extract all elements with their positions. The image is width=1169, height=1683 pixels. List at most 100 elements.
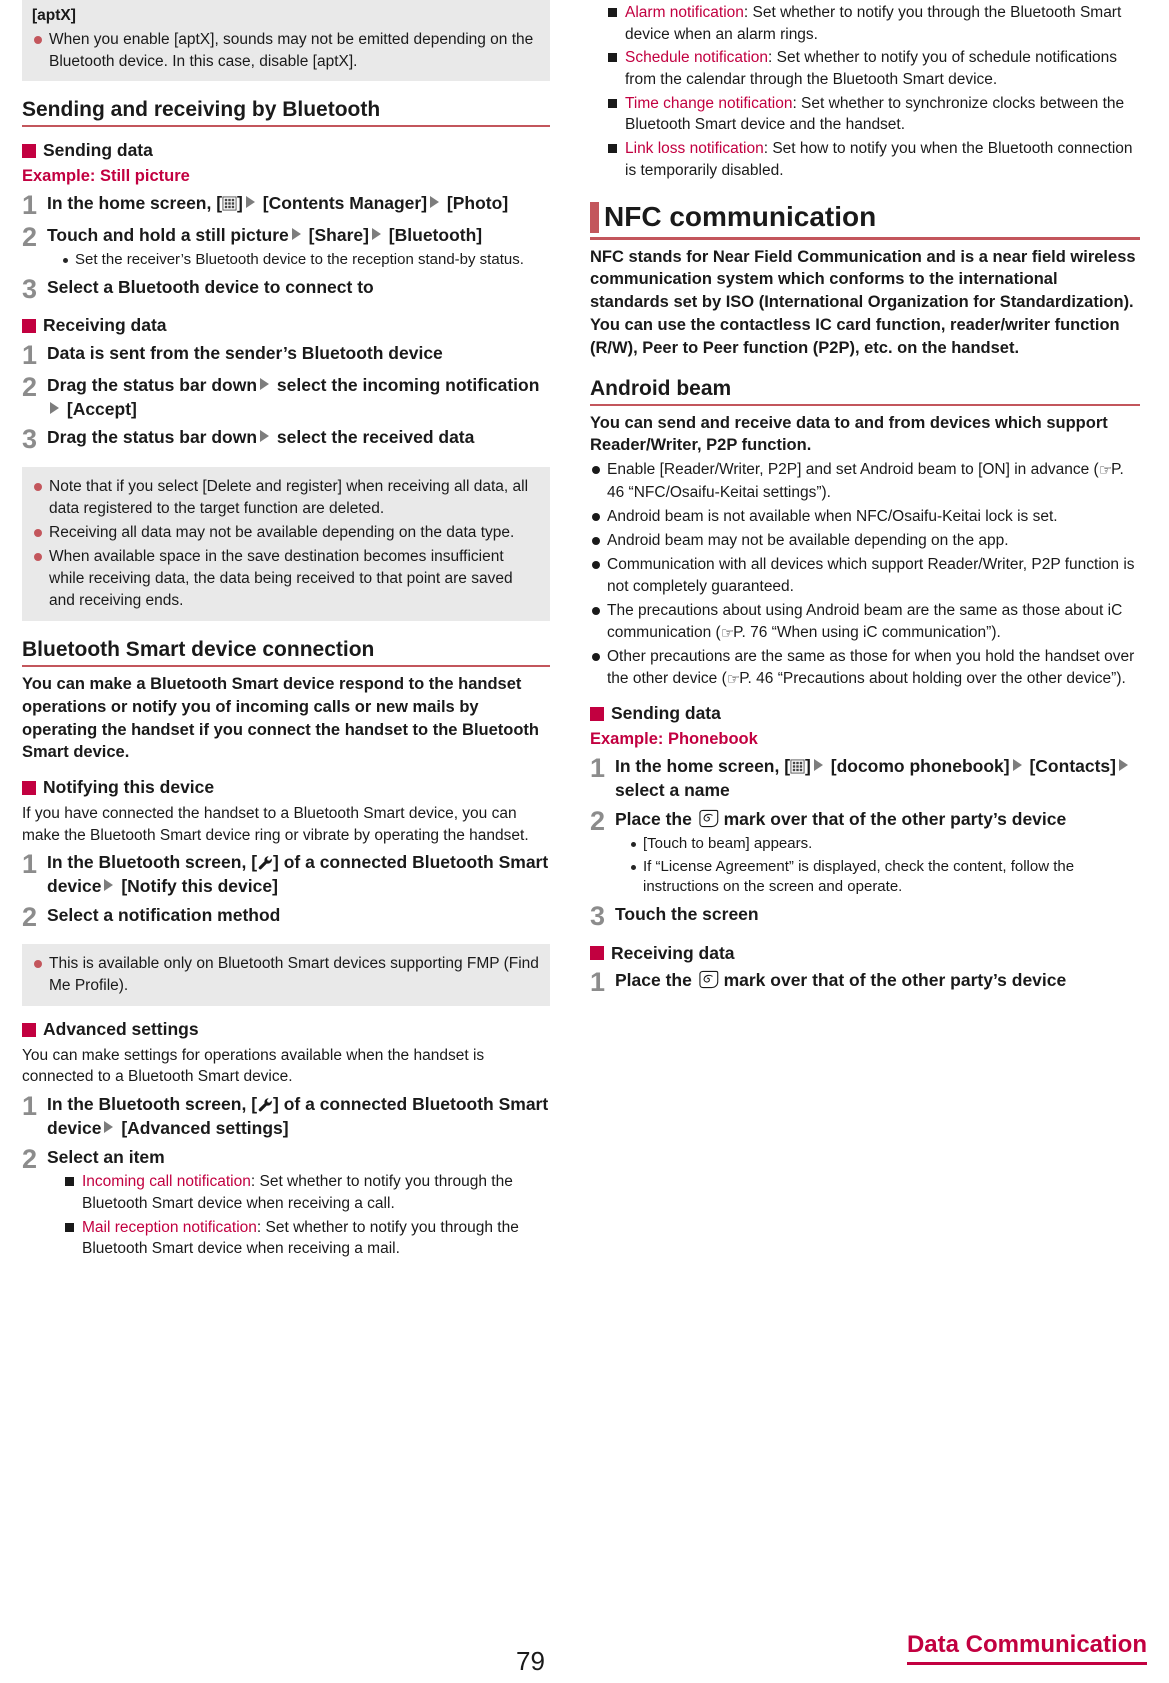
step-item: 1 In the Bluetooth screen, [] of a conne… [22,851,550,899]
pointing-hand-icon: ☞ [720,624,734,642]
step-sub-bullet: [Touch to beam] appears. [628,834,1140,855]
manual-page: [aptX] When you enable [aptX], sounds ma… [0,0,1169,1683]
option-key: Alarm notification [625,4,744,21]
arrow-icon [291,228,301,241]
option-key: Mail reception notification [82,1218,257,1236]
heading-text: Sending data [43,140,153,161]
heading-text: Advanced settings [43,1018,199,1039]
note-text: Receiving all data may not be available … [49,523,515,541]
arrow-icon [245,196,255,209]
arrow-icon [104,879,114,892]
nfc-mark-icon [699,971,718,989]
step-number: 1 [22,849,38,880]
aptx-note-box: [aptX] When you enable [aptX], sounds ma… [22,0,550,81]
wrench-icon [258,1098,272,1112]
step-item: 1 Data is sent from the sender’s Bluetoo… [22,342,550,369]
square-marker-icon [22,144,36,159]
android-beam-lead-text: You can send and receive data to and fro… [590,413,1108,455]
option-item: Schedule notification: Set whether to no… [606,47,1140,90]
heading-text: Sending data [611,703,721,724]
heading-text: Notifying this device [43,777,215,798]
heading-receiving-data: Receiving data [22,315,550,337]
step-number: 3 [590,900,606,931]
advanced-options-continued: Alarm notification: Set whether to notif… [606,2,1140,182]
bullet-item: The precautions about using Android beam… [590,600,1140,644]
step-number: 2 [590,806,606,837]
example-label-still-picture: Example: Still picture [22,166,190,185]
step-item: 2 Place the mark over that of the other … [590,808,1140,898]
heading-sending-data-nfc: Sending data [590,703,1140,725]
arrow-icon [371,228,381,241]
option-item: Incoming call notification: Set whether … [63,1171,550,1214]
step-number: 1 [22,1090,38,1121]
notify-note-box: This is available only on Bluetooth Smar… [22,943,550,1006]
step-text: Place the mark over that of the other pa… [615,808,1140,898]
pointing-hand-icon: ☞ [726,670,740,688]
option-item: Mail reception notification: Set whether… [63,1217,550,1260]
step-text: In the Bluetooth screen, [] of a connect… [47,852,549,897]
note-list-item: When you enable [aptX], sounds may not b… [32,29,540,73]
arrow-icon [430,196,440,209]
step-text: Select a Bluetooth device to connect to [47,276,374,297]
pointing-hand-icon: ☞ [1098,462,1112,480]
step-text: Select a notification method [47,905,281,926]
round-bullet-icon [34,959,42,968]
step-text: Data is sent from the sender’s Bluetooth… [47,343,443,364]
step-item: 1 In the Bluetooth screen, [] of a conne… [22,1093,550,1141]
note-list-item: This is available only on Bluetooth Smar… [32,953,540,997]
heading-sending-receiving-bluetooth: Sending and receiving by Bluetooth [22,97,550,128]
step-text: Place the mark over that of the other pa… [615,970,1067,991]
arrow-icon [1012,759,1022,772]
heading-sending-data: Sending data [22,140,550,162]
step-item: 2 Drag the status bar down select the in… [22,373,550,422]
step-text: Touch the screen [615,903,759,924]
left-column: [aptX] When you enable [aptX], sounds ma… [22,0,550,1260]
step-item: 2 Touch and hold a still picture [Share]… [22,223,550,270]
option-key: Schedule notification [625,49,769,67]
note-text: When you enable [aptX], sounds may not b… [49,30,534,70]
note-text: This is available only on Bluetooth Smar… [49,954,539,994]
step-number: 3 [22,273,38,304]
square-marker-icon [590,946,604,961]
step-item: 1 In the home screen, [] [docomo phonebo… [590,755,1140,803]
option-key: Time change notification [625,94,793,112]
apps-grid-icon [790,759,805,774]
note-text: When available space in the save destina… [49,547,513,609]
note-list-item: When available space in the save destina… [32,546,540,612]
wrench-icon [258,856,272,870]
option-item: Time change notification: Set whether to… [606,93,1140,136]
note-list-item: Note that if you select [Delete and regi… [32,476,540,520]
bullet-item: Communication with all devices which sup… [590,554,1140,598]
step-text: In the home screen, [] [docomo phonebook… [615,755,1140,803]
arrow-icon [1119,759,1128,772]
step-item: 1 In the home screen, [] [Contents Manag… [22,192,550,219]
page-footer: 79 Data Communication [0,1613,1169,1683]
bullet-item: Other precautions are the same as those … [590,646,1140,690]
square-marker-icon [22,1022,36,1037]
step-number: 1 [590,967,606,998]
nfc-lead-text: NFC stands for Near Field Communication … [590,247,1136,357]
square-marker-icon [590,707,604,722]
step-sub-bullet: Set the receiver’s Bluetooth device to t… [60,250,550,271]
heading-text: Receiving data [611,942,735,963]
square-marker-icon [22,319,36,334]
step-item: 2 Select an item Incoming call notificat… [22,1143,550,1261]
step-number: 2 [22,1143,38,1174]
heading-nfc-communication: NFC communication [590,200,1140,240]
arrow-icon [260,430,270,443]
heading-notifying-this-device: Notifying this device [22,777,550,799]
bullet-item: Android beam may not be available depend… [590,530,1140,552]
bullet-item: Android beam is not available when NFC/O… [590,506,1140,528]
square-marker-icon [22,781,36,796]
step-item: 1 Place the mark over that of the other … [590,969,1140,996]
right-column: Alarm notification: Set whether to notif… [590,0,1140,1260]
option-key: Link loss notification [625,140,764,158]
advanced-body-text: You can make settings for operations ava… [22,1046,485,1086]
bluetooth-smart-lead-text: You can make a Bluetooth Smart device re… [22,675,540,762]
example-label-phonebook: Example: Phonebook [590,730,758,748]
step-text: Drag the status bar down select the inco… [47,374,540,419]
heading-advanced-settings: Advanced settings [22,1019,550,1041]
step-text: Drag the status bar down select the rece… [47,427,475,448]
step-text: Touch and hold a still picture [Share] [… [47,224,550,270]
arrow-icon [104,1120,114,1133]
